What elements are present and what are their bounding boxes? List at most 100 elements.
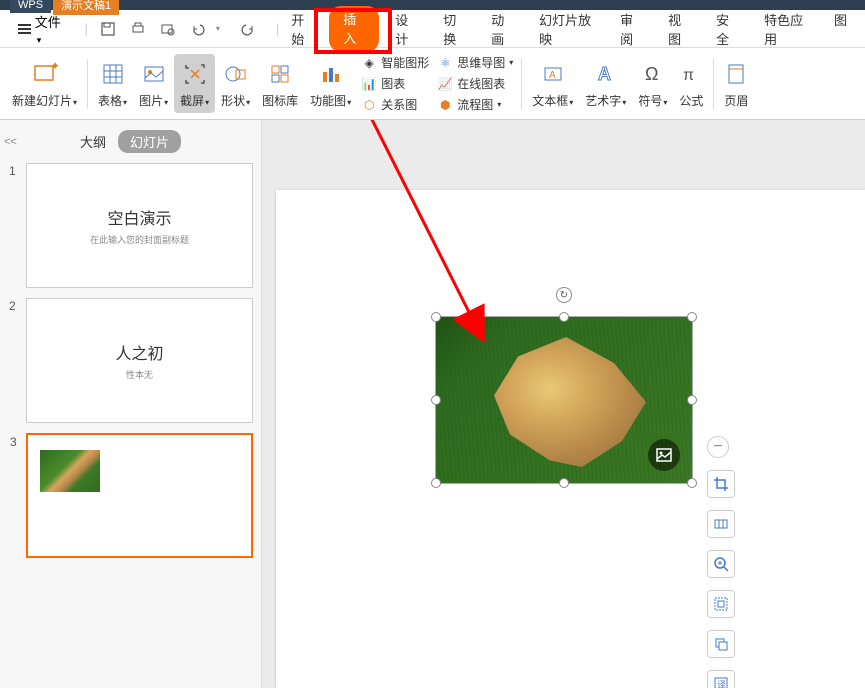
resize-handle-bl[interactable] [431, 478, 441, 488]
undo-icon[interactable] [190, 21, 206, 37]
table-label: 表格 [98, 92, 127, 109]
separator: | [84, 21, 87, 36]
ribbon: ✦ 新建幻灯片 表格 图片 截屏 形状 图标库 功能图 ◈智能图形 📊图表 ⬡关… [0, 48, 865, 120]
resize-handle-br[interactable] [687, 478, 697, 488]
ribbon-shape[interactable]: 形状 [215, 58, 256, 109]
separator [87, 59, 88, 109]
float-copy-button[interactable] [707, 630, 735, 658]
inserted-image[interactable]: ↻ [435, 316, 693, 484]
formula-label: 公式 [679, 92, 703, 109]
tab-special[interactable]: 特色应用 [754, 6, 818, 52]
float-delete-button[interactable]: − [707, 436, 729, 458]
float-select-button[interactable] [707, 590, 735, 618]
tab-animation[interactable]: 动画 [481, 6, 523, 52]
menu-tabs: 开始 插入 设计 切换 动画 幻灯片放映 审阅 视图 安全 特色应用 图 [281, 6, 857, 52]
redo-icon[interactable] [240, 21, 256, 37]
print-icon[interactable] [130, 21, 146, 37]
separator: | [276, 21, 279, 36]
separator [521, 59, 522, 109]
resize-handle-mr[interactable] [687, 395, 697, 405]
iconlib-icon [268, 58, 292, 90]
svg-text:译: 译 [717, 680, 726, 688]
flowchart-icon: ⬢ [437, 97, 453, 113]
tab-design[interactable]: 设计 [385, 6, 427, 52]
svg-text:✦: ✦ [50, 62, 59, 73]
tab-slideshow[interactable]: 幻灯片放映 [529, 6, 604, 52]
ribbon-symbol[interactable]: Ω 符号 [632, 58, 673, 109]
tab-view[interactable]: 视图 [658, 6, 700, 52]
textbox-icon: A [541, 58, 565, 90]
ribbon-screenshot[interactable]: 截屏 [174, 54, 215, 113]
thumb-image [40, 450, 100, 492]
tab-picture[interactable]: 图 [824, 6, 857, 52]
ribbon-textbox[interactable]: A 文本框 [526, 58, 579, 109]
image-icon [655, 446, 673, 464]
funcgraph-icon [319, 58, 343, 90]
symbol-label: 符号 [638, 92, 667, 109]
resize-handle-tl[interactable] [431, 312, 441, 322]
ribbon-formula[interactable]: π 公式 [673, 58, 709, 109]
ribbon-wordart[interactable]: A 艺术字 [579, 58, 632, 109]
outline-tab[interactable]: 大纲 [80, 132, 106, 151]
file-label: 文件 [35, 12, 65, 46]
mindmap-icon: ⚛ [437, 55, 453, 71]
file-menu[interactable]: 文件 [8, 8, 74, 50]
image-overlay-button[interactable] [648, 439, 680, 471]
header-label: 页眉 [724, 92, 748, 109]
tab-security[interactable]: 安全 [706, 6, 748, 52]
shape-label: 形状 [221, 92, 250, 109]
tab-start[interactable]: 开始 [281, 6, 323, 52]
float-translate-button[interactable]: 译 [707, 670, 735, 688]
resize-handle-tr[interactable] [687, 312, 697, 322]
resize-handle-bm[interactable] [559, 478, 569, 488]
float-aspect-button[interactable] [707, 510, 735, 538]
ribbon-graphics-stack: ◈智能图形 📊图表 ⬡关系图 [357, 54, 433, 113]
slide-number: 1 [9, 164, 16, 178]
collapse-button[interactable]: << [4, 136, 17, 148]
resize-handle-tm[interactable] [559, 312, 569, 322]
ribbon-onlinechart[interactable]: 📈在线图表 [437, 75, 513, 92]
table-icon [101, 58, 125, 90]
symbol-icon: Ω [641, 58, 665, 90]
ribbon-iconlib[interactable]: 图标库 [256, 58, 304, 109]
ribbon-chart[interactable]: 📊图表 [361, 75, 429, 92]
print-preview-icon[interactable] [160, 21, 176, 37]
ribbon-mindmap[interactable]: ⚛思维导图 [437, 54, 513, 71]
ribbon-header[interactable]: 页眉 [718, 58, 754, 109]
ribbon-flowchart[interactable]: ⬢流程图 [437, 96, 513, 113]
newslide-label: 新建幻灯片 [12, 92, 77, 109]
float-crop-button[interactable] [707, 470, 735, 498]
slide-thumbnail-2[interactable]: 2 人之初 性本无 [26, 298, 253, 423]
slides-tab[interactable]: 幻灯片 [118, 130, 181, 153]
svg-text:π: π [683, 67, 694, 84]
float-zoom-button[interactable] [707, 550, 735, 578]
slide-number: 3 [10, 435, 17, 449]
shape-icon [224, 58, 248, 90]
ribbon-picture[interactable]: 图片 [133, 58, 174, 109]
thumb-title: 人之初 [115, 340, 163, 364]
screenshot-icon [183, 58, 207, 90]
undo-dropdown-icon[interactable]: ▾ [210, 21, 226, 37]
slide-thumbnail-3[interactable]: 3 [26, 433, 253, 558]
onlinechart-icon: 📈 [437, 76, 453, 92]
slide-thumbnail-1[interactable]: 1 空白演示 在此输入您的封面副标题 [26, 163, 253, 288]
workspace: << 大纲 幻灯片 1 空白演示 在此输入您的封面副标题 2 人之初 性本无 3… [0, 120, 865, 688]
thumb-subtitle: 在此输入您的封面副标题 [90, 233, 189, 246]
ribbon-newslide[interactable]: ✦ 新建幻灯片 [6, 58, 83, 109]
tab-review[interactable]: 审阅 [610, 6, 652, 52]
slide-canvas[interactable]: ↻ [276, 190, 865, 688]
ribbon-table[interactable]: 表格 [92, 58, 133, 109]
picture-label: 图片 [139, 92, 168, 109]
funcgraph-label: 功能图 [310, 92, 351, 109]
tab-transition[interactable]: 切换 [433, 6, 475, 52]
ribbon-funcgraph[interactable]: 功能图 [304, 58, 357, 109]
hamburger-icon [18, 22, 31, 36]
svg-text:A: A [549, 70, 556, 81]
tab-insert[interactable]: 插入 [329, 6, 379, 52]
thumb-subtitle: 性本无 [126, 368, 153, 381]
ribbon-relation[interactable]: ⬡关系图 [361, 96, 429, 113]
save-icon[interactable] [100, 21, 116, 37]
ribbon-smartart[interactable]: ◈智能图形 [361, 54, 429, 71]
rotate-handle[interactable]: ↻ [556, 287, 572, 303]
resize-handle-ml[interactable] [431, 395, 441, 405]
